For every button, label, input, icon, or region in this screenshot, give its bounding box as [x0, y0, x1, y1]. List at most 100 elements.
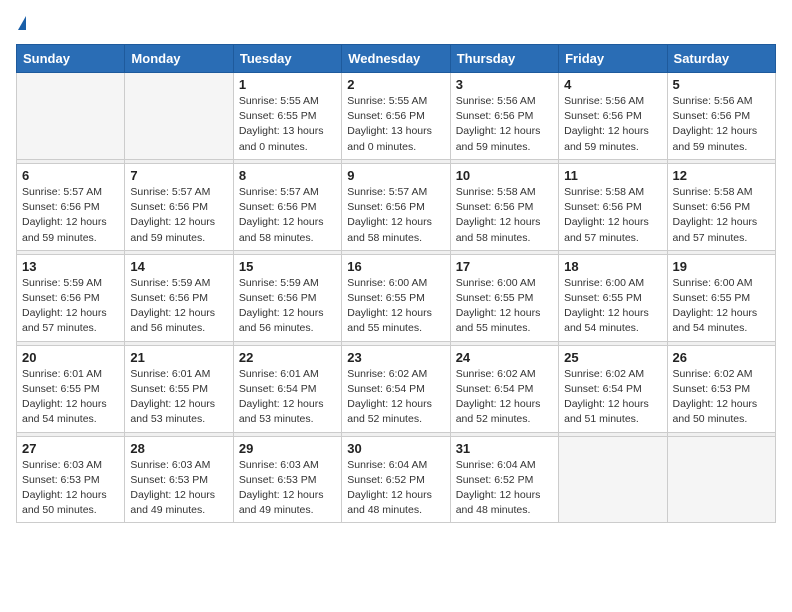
day-info: Sunrise: 5:59 AMSunset: 6:56 PMDaylight:…: [22, 276, 119, 337]
day-of-week-header: Friday: [559, 45, 667, 73]
calendar-cell: 10Sunrise: 5:58 AMSunset: 6:56 PMDayligh…: [450, 163, 558, 250]
calendar-cell: 9 Sunrise: 5:57 AMSunset: 6:56 PMDaylight…: [342, 163, 450, 250]
calendar-cell: 18Sunrise: 6:00 AMSunset: 6:55 PMDayligh…: [559, 254, 667, 341]
day-number: 27: [22, 441, 119, 456]
day-number: 20: [22, 350, 119, 365]
day-number: 23: [347, 350, 444, 365]
day-number: 17: [456, 259, 553, 274]
day-info: Sunrise: 6:01 AMSunset: 6:55 PMDaylight:…: [130, 367, 227, 428]
day-info: Sunrise: 5:56 AMSunset: 6:56 PMDaylight:…: [673, 94, 770, 155]
day-info: Sunrise: 5:58 AMSunset: 6:56 PMDaylight:…: [456, 185, 553, 246]
day-info: Sunrise: 5:59 AMSunset: 6:56 PMDaylight:…: [239, 276, 336, 337]
day-number: 31: [456, 441, 553, 456]
calendar-cell: 21 Sunrise: 6:01 AMSunset: 6:55 PMDayligh…: [125, 345, 233, 432]
calendar-cell: 8 Sunrise: 5:57 AMSunset: 6:56 PMDaylight…: [233, 163, 341, 250]
day-number: 22: [239, 350, 336, 365]
day-number: 24: [456, 350, 553, 365]
day-info: Sunrise: 5:57 AMSunset: 6:56 PMDaylight:…: [347, 185, 444, 246]
day-of-week-header: Wednesday: [342, 45, 450, 73]
day-info: Sunrise: 6:00 AMSunset: 6:55 PMDaylight:…: [456, 276, 553, 337]
calendar-cell: 23 Sunrise: 6:02 AMSunset: 6:54 PMDayligh…: [342, 345, 450, 432]
calendar-week-row: 6 Sunrise: 5:57 AMSunset: 6:56 PMDaylight…: [17, 163, 776, 250]
calendar-cell: 5 Sunrise: 5:56 AMSunset: 6:56 PMDaylight…: [667, 73, 775, 160]
calendar-cell: 2 Sunrise: 5:55 AMSunset: 6:56 PMDaylight…: [342, 73, 450, 160]
day-number: 1: [239, 77, 336, 92]
calendar-cell: [559, 436, 667, 523]
day-number: 14: [130, 259, 227, 274]
calendar-cell: 15 Sunrise: 5:59 AMSunset: 6:56 PMDayligh…: [233, 254, 341, 341]
day-number: 5: [673, 77, 770, 92]
day-info: Sunrise: 5:55 AMSunset: 6:55 PMDaylight:…: [239, 94, 336, 155]
calendar-cell: 4Sunrise: 5:56 AMSunset: 6:56 PMDaylight…: [559, 73, 667, 160]
calendar-cell: 25 Sunrise: 6:02 AMSunset: 6:54 PMDayligh…: [559, 345, 667, 432]
day-number: 3: [456, 77, 553, 92]
calendar-cell: 11 Sunrise: 5:58 AMSunset: 6:56 PMDayligh…: [559, 163, 667, 250]
day-number: 25: [564, 350, 661, 365]
calendar-cell: 31 Sunrise: 6:04 AMSunset: 6:52 PMDayligh…: [450, 436, 558, 523]
calendar-week-row: 1 Sunrise: 5:55 AMSunset: 6:55 PMDaylight…: [17, 73, 776, 160]
calendar-cell: 6 Sunrise: 5:57 AMSunset: 6:56 PMDaylight…: [17, 163, 125, 250]
day-number: 6: [22, 168, 119, 183]
day-info: Sunrise: 6:02 AMSunset: 6:54 PMDaylight:…: [347, 367, 444, 428]
day-info: Sunrise: 5:57 AMSunset: 6:56 PMDaylight:…: [130, 185, 227, 246]
day-info: Sunrise: 6:02 AMSunset: 6:54 PMDaylight:…: [564, 367, 661, 428]
day-number: 13: [22, 259, 119, 274]
calendar-cell: [125, 73, 233, 160]
day-info: Sunrise: 6:01 AMSunset: 6:55 PMDaylight:…: [22, 367, 119, 428]
calendar-cell: 1 Sunrise: 5:55 AMSunset: 6:55 PMDaylight…: [233, 73, 341, 160]
day-info: Sunrise: 6:02 AMSunset: 6:54 PMDaylight:…: [456, 367, 553, 428]
calendar-cell: [17, 73, 125, 160]
day-number: 29: [239, 441, 336, 456]
calendar-cell: 13 Sunrise: 5:59 AMSunset: 6:56 PMDayligh…: [17, 254, 125, 341]
day-info: Sunrise: 5:58 AMSunset: 6:56 PMDaylight:…: [564, 185, 661, 246]
day-number: 28: [130, 441, 227, 456]
calendar-cell: 17 Sunrise: 6:00 AMSunset: 6:55 PMDayligh…: [450, 254, 558, 341]
calendar-cell: 24 Sunrise: 6:02 AMSunset: 6:54 PMDayligh…: [450, 345, 558, 432]
calendar-cell: 22Sunrise: 6:01 AMSunset: 6:54 PMDayligh…: [233, 345, 341, 432]
day-info: Sunrise: 5:57 AMSunset: 6:56 PMDaylight:…: [22, 185, 119, 246]
day-info: Sunrise: 6:04 AMSunset: 6:52 PMDaylight:…: [456, 458, 553, 519]
calendar-week-row: 20 Sunrise: 6:01 AMSunset: 6:55 PMDayligh…: [17, 345, 776, 432]
day-number: 12: [673, 168, 770, 183]
day-info: Sunrise: 5:57 AMSunset: 6:56 PMDaylight:…: [239, 185, 336, 246]
calendar-cell: 19Sunrise: 6:00 AMSunset: 6:55 PMDayligh…: [667, 254, 775, 341]
calendar-cell: 12 Sunrise: 5:58 AMSunset: 6:56 PMDayligh…: [667, 163, 775, 250]
calendar-cell: 7 Sunrise: 5:57 AMSunset: 6:56 PMDaylight…: [125, 163, 233, 250]
day-info: Sunrise: 5:58 AMSunset: 6:56 PMDaylight:…: [673, 185, 770, 246]
logo-triangle-icon: [18, 16, 26, 30]
calendar-cell: 29 Sunrise: 6:03 AMSunset: 6:53 PMDayligh…: [233, 436, 341, 523]
calendar-cell: 30 Sunrise: 6:04 AMSunset: 6:52 PMDayligh…: [342, 436, 450, 523]
day-number: 26: [673, 350, 770, 365]
day-number: 30: [347, 441, 444, 456]
day-info: Sunrise: 6:00 AMSunset: 6:55 PMDaylight:…: [564, 276, 661, 337]
logo: [16, 16, 26, 32]
calendar-week-row: 13 Sunrise: 5:59 AMSunset: 6:56 PMDayligh…: [17, 254, 776, 341]
day-info: Sunrise: 5:55 AMSunset: 6:56 PMDaylight:…: [347, 94, 444, 155]
calendar-cell: 14Sunrise: 5:59 AMSunset: 6:56 PMDayligh…: [125, 254, 233, 341]
day-number: 19: [673, 259, 770, 274]
day-number: 7: [130, 168, 227, 183]
day-info: Sunrise: 6:03 AMSunset: 6:53 PMDaylight:…: [22, 458, 119, 519]
day-number: 16: [347, 259, 444, 274]
day-number: 9: [347, 168, 444, 183]
day-number: 8: [239, 168, 336, 183]
day-of-week-header: Saturday: [667, 45, 775, 73]
day-number: 2: [347, 77, 444, 92]
day-info: Sunrise: 6:03 AMSunset: 6:53 PMDaylight:…: [130, 458, 227, 519]
page-header: [16, 16, 776, 32]
day-number: 21: [130, 350, 227, 365]
calendar-cell: [667, 436, 775, 523]
calendar-week-row: 27 Sunrise: 6:03 AMSunset: 6:53 PMDayligh…: [17, 436, 776, 523]
day-info: Sunrise: 6:03 AMSunset: 6:53 PMDaylight:…: [239, 458, 336, 519]
day-info: Sunrise: 6:02 AMSunset: 6:53 PMDaylight:…: [673, 367, 770, 428]
day-info: Sunrise: 5:56 AMSunset: 6:56 PMDaylight:…: [456, 94, 553, 155]
calendar-cell: 16Sunrise: 6:00 AMSunset: 6:55 PMDayligh…: [342, 254, 450, 341]
day-of-week-header: Monday: [125, 45, 233, 73]
day-of-week-header: Thursday: [450, 45, 558, 73]
day-number: 4: [564, 77, 661, 92]
calendar-cell: 27 Sunrise: 6:03 AMSunset: 6:53 PMDayligh…: [17, 436, 125, 523]
day-number: 15: [239, 259, 336, 274]
calendar-header-row: SundayMondayTuesdayWednesdayThursdayFrid…: [17, 45, 776, 73]
day-number: 11: [564, 168, 661, 183]
day-info: Sunrise: 6:04 AMSunset: 6:52 PMDaylight:…: [347, 458, 444, 519]
